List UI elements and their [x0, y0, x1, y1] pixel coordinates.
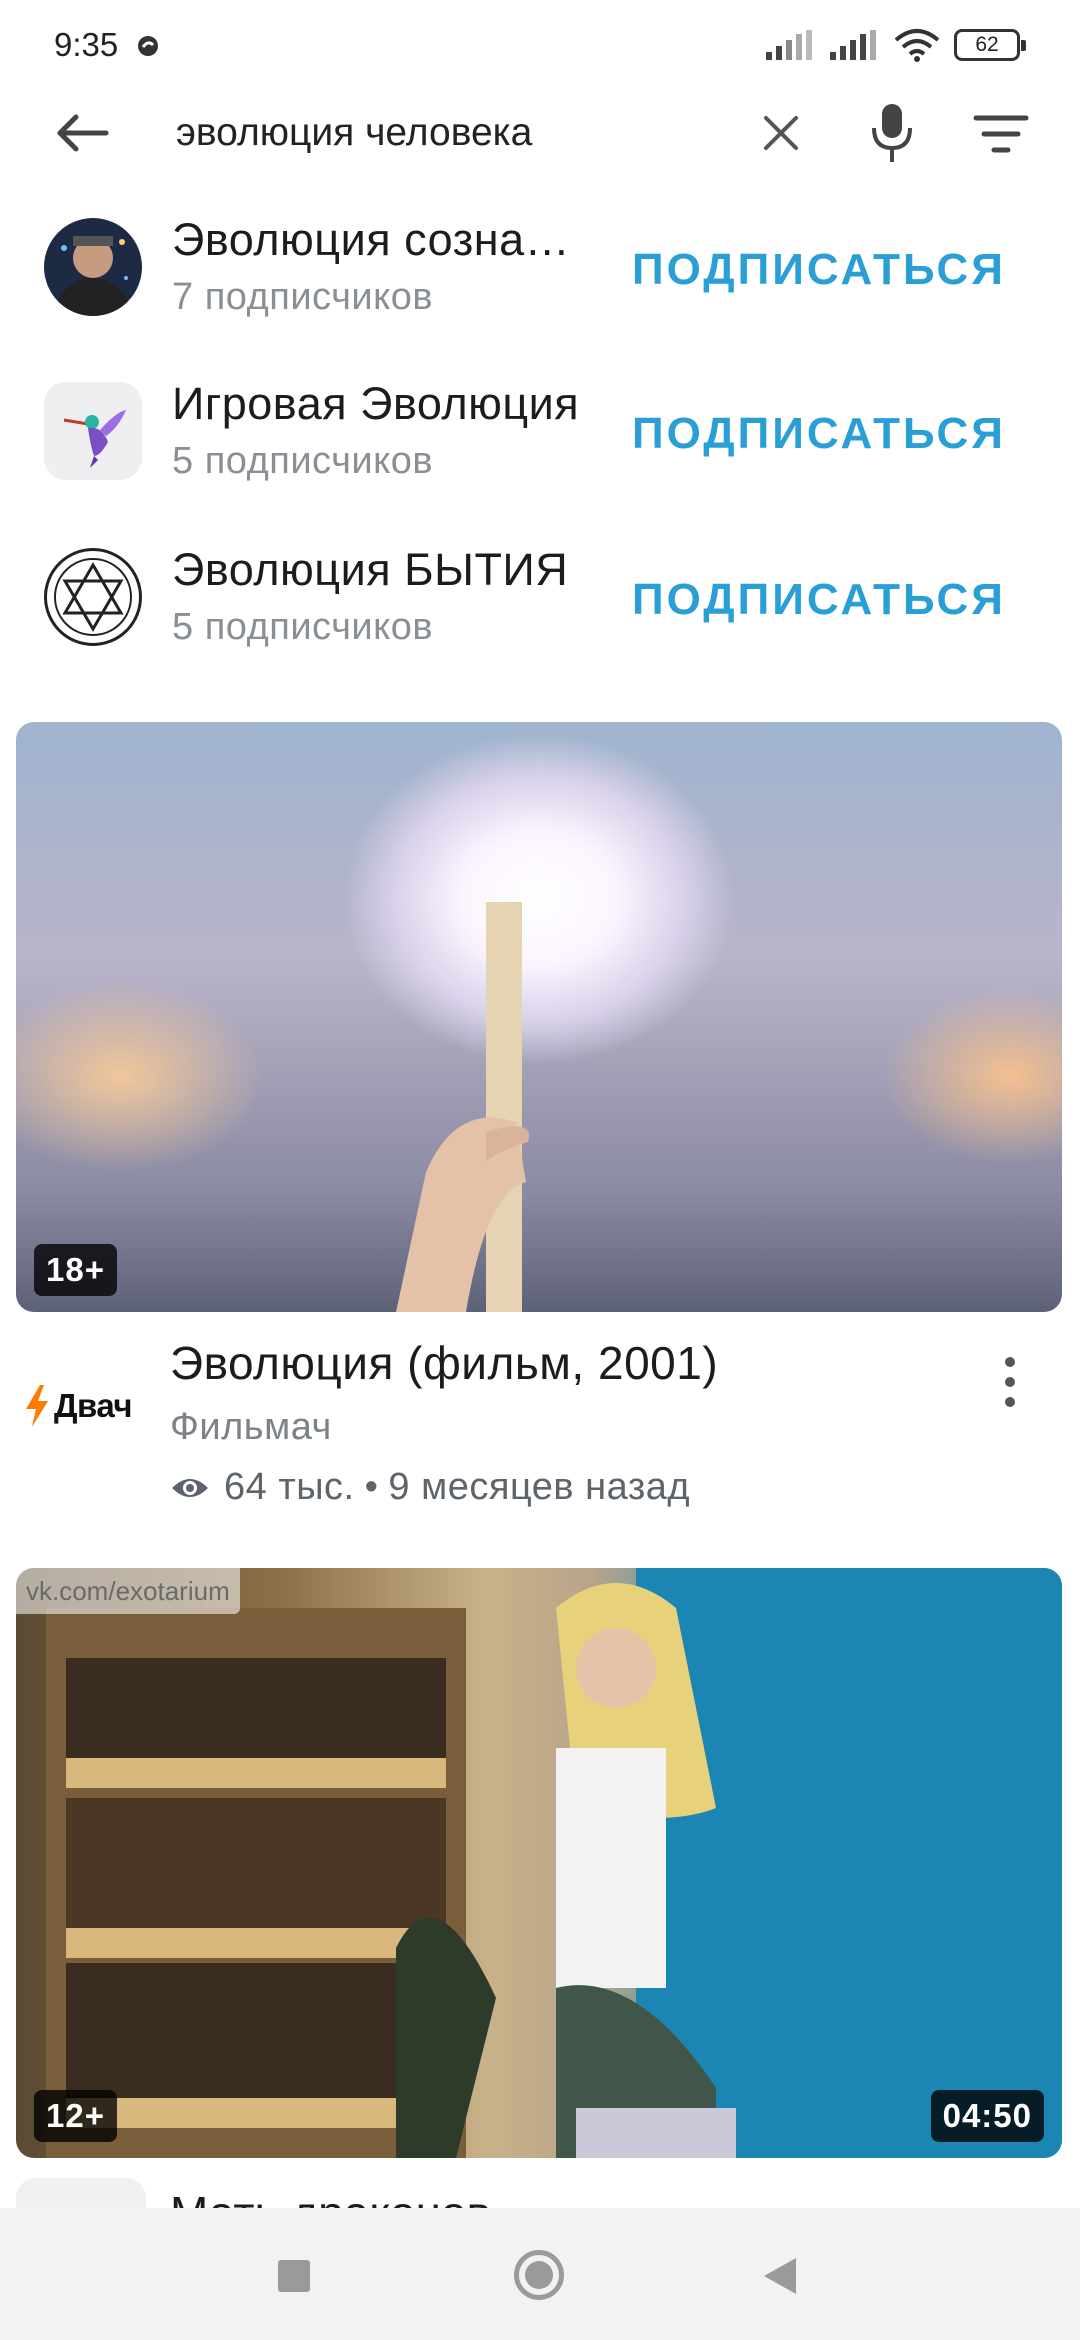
- channel-logo-text: Двач: [54, 1387, 133, 1424]
- more-options-icon[interactable]: [998, 1346, 1022, 1418]
- do-not-disturb-icon: [138, 36, 158, 56]
- age-rating-badge: 12+: [34, 2090, 117, 2142]
- lightning-icon: [26, 1385, 48, 1427]
- video-meta: 64 тыс. • 9 месяцев назад: [170, 1466, 690, 1509]
- thumbnail-artwork: [396, 902, 530, 1312]
- community-subscribers: 5 подписчиков: [172, 606, 434, 648]
- microphone-icon[interactable]: [866, 100, 918, 166]
- community-name: Эволюция сознания: [172, 214, 592, 265]
- video-title[interactable]: Мать драконов: [170, 2186, 491, 2208]
- back-icon[interactable]: [764, 2258, 796, 2294]
- system-navigation-bar: [0, 2208, 1080, 2340]
- age-rating-badge: 18+: [34, 1244, 117, 1296]
- community-item[interactable]: Эволюция сознания 7 подписчиков ПОДПИСАТ…: [0, 214, 1080, 358]
- signal-icon-2: [830, 30, 876, 60]
- video-info-partial[interactable]: Мать драконов: [0, 2178, 1080, 2208]
- community-name: Эволюция БЫТИЯ: [172, 544, 569, 595]
- thumbnail-artwork: [46, 1568, 1062, 2158]
- video-thumbnail[interactable]: vk.com/exotarium 12+ 04:50: [16, 1568, 1062, 2158]
- status-time: 9:35: [54, 26, 119, 63]
- hexagram-icon: [54, 558, 132, 636]
- battery-indicator: 62: [954, 29, 1026, 61]
- video-date: 9 месяцев назад: [388, 1466, 691, 1508]
- community-avatar: [44, 548, 142, 646]
- status-icons: 62: [766, 28, 1026, 62]
- community-name: Игровая Эволюция: [172, 378, 580, 429]
- community-subscribers: 5 подписчиков: [172, 440, 434, 482]
- video-views: 64 тыс.: [224, 1466, 355, 1508]
- recent-apps-icon[interactable]: [278, 2260, 310, 2292]
- video-title[interactable]: Эволюция (фильм, 2001): [170, 1336, 718, 1390]
- meta-separator: •: [364, 1466, 379, 1508]
- clear-search-icon[interactable]: [758, 110, 804, 156]
- home-icon[interactable]: [514, 2250, 564, 2300]
- search-bar: [0, 92, 1080, 174]
- status-bar: 9:35 62: [0, 0, 1080, 90]
- video-info[interactable]: Двач Эволюция (фильм, 2001) Фильмач 64 т…: [0, 1336, 1080, 1509]
- signal-icon: [766, 30, 812, 60]
- filter-icon[interactable]: [972, 112, 1030, 156]
- subscribe-button[interactable]: ПОДПИСАТЬСЯ: [632, 570, 1032, 630]
- video-channel[interactable]: Фильмач: [170, 1406, 332, 1449]
- person-avatar-icon: [55, 236, 131, 316]
- channel-logo[interactable]: [16, 2178, 146, 2208]
- community-avatar: [44, 382, 142, 480]
- hummingbird-icon: [63, 410, 126, 468]
- community-subscribers: 7 подписчиков: [172, 276, 434, 318]
- subscribe-button[interactable]: ПОДПИСАТЬСЯ: [632, 240, 1032, 300]
- search-input[interactable]: [176, 104, 736, 162]
- video-duration: 04:50: [930, 2090, 1044, 2142]
- channel-logo[interactable]: Двач: [24, 1384, 144, 1428]
- community-item[interactable]: Эволюция БЫТИЯ 5 подписчиков ПОДПИСАТЬСЯ: [0, 544, 1080, 688]
- thumbnail-watermark: vk.com/exotarium: [16, 1568, 240, 1614]
- back-arrow-icon[interactable]: [52, 106, 112, 160]
- subscribe-button[interactable]: ПОДПИСАТЬСЯ: [632, 404, 1032, 464]
- eye-icon: [172, 1478, 208, 1497]
- video-thumbnail[interactable]: 18+: [16, 722, 1062, 1312]
- community-avatar: [44, 218, 142, 316]
- community-item[interactable]: Игровая Эволюция 5 подписчиков ПОДПИСАТЬ…: [0, 378, 1080, 522]
- wifi-icon: [894, 29, 940, 62]
